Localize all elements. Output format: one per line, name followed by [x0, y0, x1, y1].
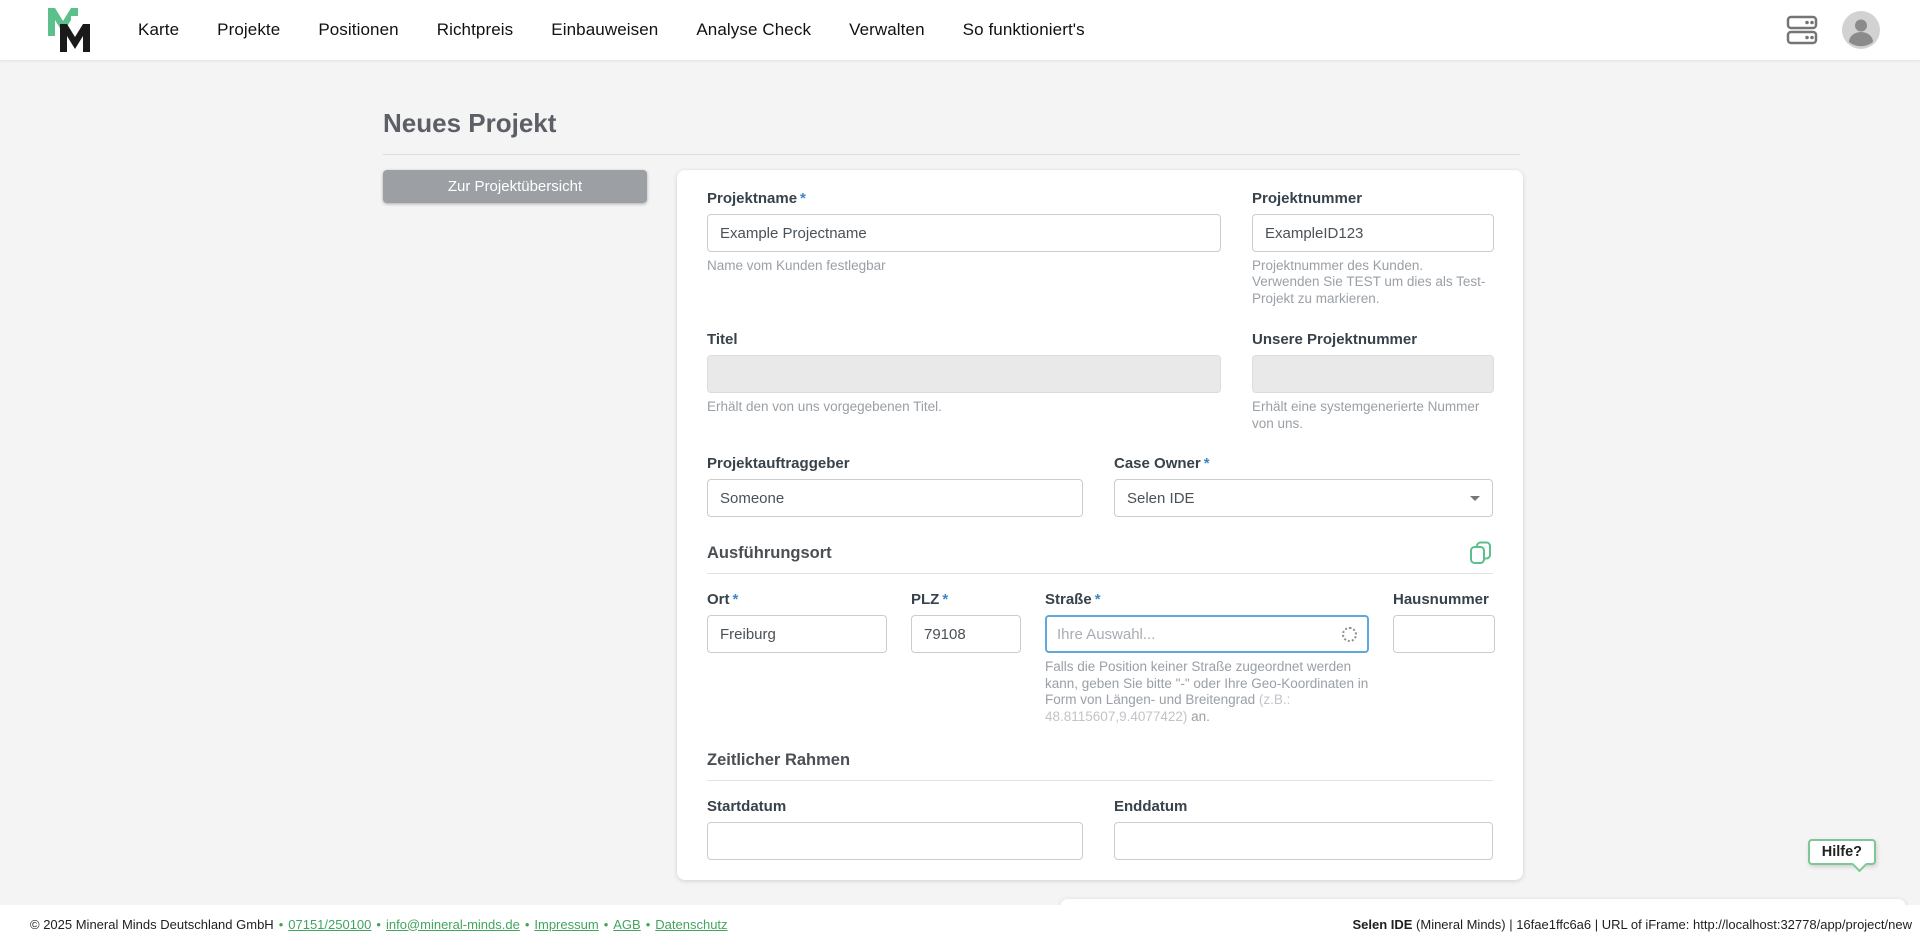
case-owner-select[interactable]: Selen IDE	[1114, 479, 1493, 517]
field-enddatum: Enddatum	[1114, 798, 1493, 860]
projektauftraggeber-input[interactable]	[707, 479, 1083, 517]
field-plz: PLZ*	[911, 591, 1021, 725]
footer-link-email[interactable]: info@mineral-minds.de	[386, 917, 520, 932]
footer-link-impressum[interactable]: Impressum	[534, 917, 598, 932]
ort-label: Ort	[707, 591, 730, 608]
strasse-helper: Falls die Position keiner Straße zugeord…	[1045, 659, 1369, 725]
startdatum-input[interactable]	[707, 822, 1083, 860]
copy-icon[interactable]	[1468, 540, 1493, 570]
footer-session-info: Selen IDE (Mineral Minds) | 16fae1ffc6a6…	[1352, 917, 1912, 932]
footer-separator: •	[376, 917, 381, 932]
projektname-input[interactable]	[707, 214, 1221, 252]
logo-black-m	[60, 24, 90, 52]
projektname-label: Projektname	[707, 190, 797, 207]
zur-projektuebersicht-button[interactable]: Zur Projektübersicht	[383, 170, 647, 203]
strasse-helper-suffix: an.	[1187, 709, 1210, 724]
required-marker: *	[733, 591, 739, 608]
unsere-projektnummer-label: Unsere Projektnummer	[1252, 331, 1494, 349]
field-projektname: Projektname* Name vom Kunden festlegbar	[707, 190, 1221, 307]
required-marker: *	[1204, 455, 1210, 472]
footer-bar: © 2025 Mineral Minds Deutschland GmbH • …	[0, 905, 1920, 943]
titel-label: Titel	[707, 331, 1221, 349]
required-marker: *	[800, 190, 806, 207]
field-strasse: Straße* Falls die Position keiner Straße…	[1045, 591, 1369, 725]
nav-positionen[interactable]: Positionen	[318, 20, 398, 40]
page-title: Neues Projekt	[383, 106, 1520, 155]
footer-link-phone[interactable]: 07151/250100	[288, 917, 371, 932]
enddatum-label: Enddatum	[1114, 798, 1493, 816]
strasse-label: Straße	[1045, 591, 1092, 608]
chevron-down-icon	[1470, 496, 1480, 501]
ausfuehrungsort-title: Ausführungsort	[707, 544, 832, 562]
field-unsere-projektnummer: Unsere Projektnummer Erhält eine systemg…	[1252, 331, 1494, 432]
page-content: Neues Projekt Zur Projektübersicht Proje…	[0, 60, 1920, 929]
strasse-input[interactable]	[1057, 626, 1336, 643]
nav-projekte[interactable]: Projekte	[217, 20, 280, 40]
footer-separator: •	[646, 917, 651, 932]
ort-input[interactable]	[707, 615, 887, 653]
row-name-number: Projektname* Name vom Kunden festlegbar …	[707, 190, 1493, 307]
projektnummer-label: Projektnummer	[1252, 190, 1494, 208]
unsere-projektnummer-helper: Erhält eine systemgenerierte Nummer von …	[1252, 399, 1494, 432]
strasse-helper-main: Falls die Position keiner Straße zugeord…	[1045, 659, 1368, 707]
user-avatar-icon[interactable]	[1842, 11, 1880, 49]
field-hausnummer: Hausnummer	[1393, 591, 1495, 725]
projektnummer-input[interactable]	[1252, 214, 1494, 252]
main-nav: Karte Projekte Positionen Richtpreis Ein…	[138, 20, 1085, 40]
required-marker: *	[942, 591, 948, 608]
nav-verwalten[interactable]: Verwalten	[849, 20, 925, 40]
footer-separator: •	[279, 917, 284, 932]
field-projektnummer: Projektnummer Projektnummer des Kunden. …	[1252, 190, 1494, 307]
case-owner-value: Selen IDE	[1127, 490, 1195, 507]
field-titel: Titel Erhält den von uns vorgegebenen Ti…	[707, 331, 1221, 432]
header-actions	[1784, 11, 1880, 49]
nav-analyse-check[interactable]: Analyse Check	[696, 20, 811, 40]
plz-input[interactable]	[911, 615, 1021, 653]
footer-session-user: Selen IDE	[1352, 917, 1412, 932]
section-zeitlicher-rahmen: Zeitlicher Rahmen	[707, 751, 1493, 781]
footer-separator: •	[525, 917, 530, 932]
row-auftraggeber-owner: Projektauftraggeber Case Owner* Selen ID…	[707, 455, 1493, 517]
titel-input	[707, 355, 1221, 393]
plz-label: PLZ	[911, 591, 939, 608]
hilfe-label: Hilfe?	[1822, 844, 1862, 860]
strasse-input-wrapper	[1045, 615, 1369, 653]
nav-einbauweisen[interactable]: Einbauweisen	[551, 20, 658, 40]
enddatum-input[interactable]	[1114, 822, 1493, 860]
server-stack-icon[interactable]	[1784, 13, 1820, 47]
row-ort-plz-strasse-nr: Ort* PLZ* Straße* Falls die Position kei…	[707, 591, 1493, 725]
projektname-helper: Name vom Kunden festlegbar	[707, 258, 1221, 274]
footer-copyright: © 2025 Mineral Minds Deutschland GmbH	[30, 917, 274, 932]
top-navigation-bar: Karte Projekte Positionen Richtpreis Ein…	[0, 0, 1920, 60]
nav-so-funktionierts[interactable]: So funktioniert's	[963, 20, 1085, 40]
footer-link-agb[interactable]: AGB	[613, 917, 640, 932]
project-form-card: Projektname* Name vom Kunden festlegbar …	[677, 170, 1523, 880]
row-daten: Startdatum Enddatum	[707, 798, 1493, 860]
required-marker: *	[1095, 591, 1101, 608]
zeitlicher-rahmen-title: Zeitlicher Rahmen	[707, 751, 850, 769]
unsere-projektnummer-input	[1252, 355, 1494, 393]
loading-spinner-icon	[1342, 627, 1357, 642]
mineral-minds-logo[interactable]	[40, 4, 102, 56]
field-ort: Ort*	[707, 591, 887, 725]
titel-helper: Erhält den von uns vorgegebenen Titel.	[707, 399, 1221, 415]
hausnummer-label: Hausnummer	[1393, 591, 1495, 609]
field-case-owner: Case Owner* Selen IDE	[1114, 455, 1493, 517]
projektauftraggeber-label: Projektauftraggeber	[707, 455, 1083, 473]
nav-karte[interactable]: Karte	[138, 20, 179, 40]
section-ausfuehrungsort: Ausführungsort	[707, 544, 1493, 574]
nav-richtpreis[interactable]: Richtpreis	[437, 20, 514, 40]
hilfe-button[interactable]: Hilfe?	[1808, 839, 1876, 865]
footer-separator: •	[604, 917, 609, 932]
footer-link-datenschutz[interactable]: Datenschutz	[655, 917, 727, 932]
projektnummer-helper: Projektnummer des Kunden. Verwenden Sie …	[1252, 258, 1494, 307]
startdatum-label: Startdatum	[707, 798, 1083, 816]
case-owner-label: Case Owner	[1114, 455, 1201, 472]
hausnummer-input[interactable]	[1393, 615, 1495, 653]
field-projektauftraggeber: Projektauftraggeber	[707, 455, 1083, 517]
footer-session-rest: (Mineral Minds) | 16fae1ffc6a6 | URL of …	[1412, 917, 1912, 932]
field-startdatum: Startdatum	[707, 798, 1083, 860]
row-titel-unsere-nummer: Titel Erhält den von uns vorgegebenen Ti…	[707, 331, 1493, 432]
